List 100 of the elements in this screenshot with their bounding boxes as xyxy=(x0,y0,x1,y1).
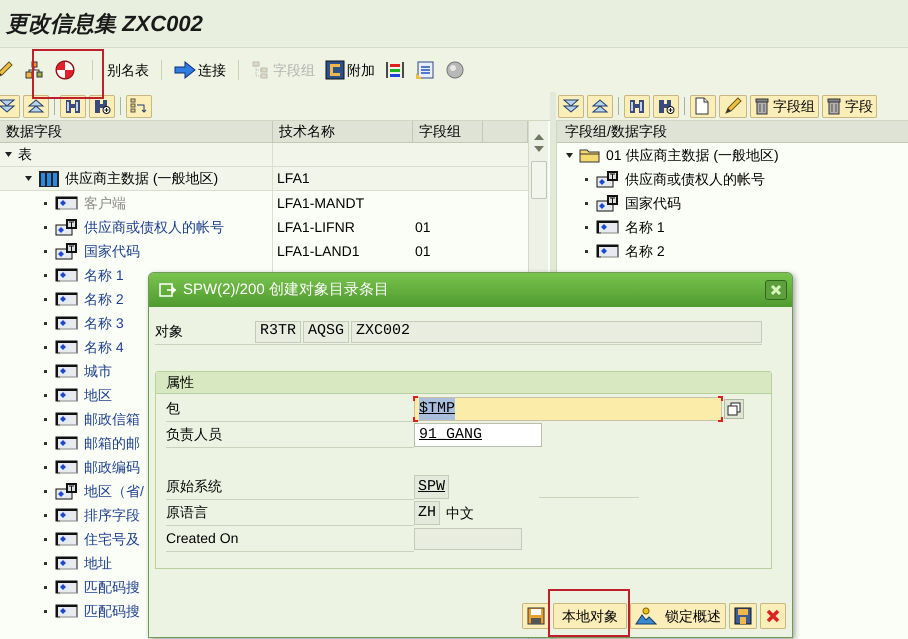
field-description: 中文 xyxy=(446,504,474,522)
new-page-icon xyxy=(694,97,710,115)
field-icon xyxy=(55,435,79,451)
close-icon xyxy=(770,284,782,296)
table-cell: LFA1 xyxy=(277,170,310,186)
trash-icon xyxy=(754,97,770,115)
expand-all-icon xyxy=(562,98,580,114)
bullet-icon xyxy=(44,202,47,204)
right-arrow-icon xyxy=(174,61,196,79)
field-icon xyxy=(596,219,620,235)
collapse-caret-icon[interactable] xyxy=(4,150,13,159)
field-icon xyxy=(596,243,620,259)
toolbar-button[interactable]: 连接 xyxy=(172,55,228,85)
tree-item[interactable]: 邮箱的邮 xyxy=(84,432,140,454)
tree-item[interactable]: 国家代码 xyxy=(625,192,681,214)
tree-item[interactable]: 表 xyxy=(18,144,32,165)
scroll-up-icon[interactable] xyxy=(532,133,544,141)
tree-item[interactable]: 供应商主数据 (一般地区) xyxy=(65,168,218,189)
binoculars-plus-icon xyxy=(657,98,675,114)
toolbar-button[interactable]: 字段组 xyxy=(750,94,819,118)
tree-item[interactable]: 国家代码 xyxy=(84,240,140,262)
bullet-icon xyxy=(44,226,47,228)
field-icon xyxy=(55,291,79,307)
tree-item[interactable]: 地址 xyxy=(84,552,112,574)
binoculars-plus-icon xyxy=(93,98,111,114)
trash-icon xyxy=(826,97,842,115)
tree-item[interactable]: 住宅号及 xyxy=(84,528,140,550)
sphere-icon xyxy=(445,60,465,80)
collapse-all-icon xyxy=(27,98,45,114)
tree-item[interactable]: 名称 3 xyxy=(84,312,124,334)
toolbar-button[interactable]: 字段 xyxy=(822,94,877,118)
tree-item[interactable]: 地区 xyxy=(84,384,112,406)
copy-icon xyxy=(727,402,741,416)
dialog-button[interactable]: 锁定概述 xyxy=(630,603,726,629)
icon-button[interactable] xyxy=(719,94,747,118)
icon-button[interactable] xyxy=(690,94,716,118)
collapse-caret-icon[interactable] xyxy=(24,174,33,183)
tree-item[interactable]: 匹配码搜 xyxy=(84,576,140,598)
hierarchy-icon xyxy=(24,60,44,80)
tree-item[interactable]: 地区（省/ xyxy=(84,480,144,502)
tree-item[interactable]: 名称 2 xyxy=(625,240,665,262)
column-header[interactable]: 字段组 xyxy=(419,121,461,142)
input-field[interactable]: $TMP xyxy=(414,397,722,421)
collapse-caret-icon[interactable] xyxy=(565,150,574,160)
tree-item[interactable]: 城市 xyxy=(84,360,112,382)
bullet-icon xyxy=(44,346,47,348)
icon-button[interactable] xyxy=(729,603,757,629)
tree-item[interactable]: 邮政信箱 xyxy=(84,408,140,430)
tree-item[interactable]: 供应商或债权人的帐号 xyxy=(625,168,765,190)
icon-button[interactable] xyxy=(60,94,86,118)
readonly-field: SPW xyxy=(414,475,450,499)
dialog-button[interactable]: 本地对象 xyxy=(553,603,627,629)
input-field[interactable]: 91_GANG xyxy=(414,423,542,447)
bullet-icon xyxy=(585,250,588,252)
icon-button[interactable] xyxy=(558,94,584,118)
icon-button[interactable] xyxy=(653,94,679,118)
tree-item[interactable]: 01 供应商主数据 (一般地区) xyxy=(606,144,779,166)
binoculars-icon xyxy=(628,98,646,114)
close-button[interactable] xyxy=(765,280,787,300)
color-bars-icon xyxy=(385,60,405,80)
expand-all-icon xyxy=(0,98,16,114)
tree-item[interactable]: 名称 4 xyxy=(84,336,124,358)
bullet-icon xyxy=(585,178,588,180)
table-cell: LFA1-MANDT xyxy=(277,194,364,210)
value-help-button[interactable] xyxy=(724,399,744,419)
text-field-icon xyxy=(596,170,620,188)
text-field-icon xyxy=(55,218,79,236)
bullet-icon xyxy=(44,490,47,492)
bullet-icon xyxy=(44,610,47,612)
toolbar-button[interactable]: 附加 xyxy=(323,55,377,85)
icon-button[interactable] xyxy=(89,94,115,118)
icon-button[interactable] xyxy=(126,94,152,118)
cancel-icon xyxy=(765,608,781,624)
dialog-title: SPW(2)/200 创建对象目录条目 xyxy=(183,280,389,300)
icon-button[interactable] xyxy=(0,94,20,118)
table-cell: LFA1-LIFNR xyxy=(277,218,355,234)
tree-item[interactable]: 名称 1 xyxy=(84,264,124,286)
column-header[interactable]: 数据字段 xyxy=(6,121,62,142)
table-cell: 01 xyxy=(415,242,431,258)
scroll-thumb[interactable] xyxy=(530,161,546,199)
icon-button[interactable] xyxy=(587,94,613,118)
tree-item[interactable]: 名称 2 xyxy=(84,288,124,310)
icon-button[interactable] xyxy=(23,94,49,118)
tree-item[interactable]: 邮政编码 xyxy=(84,456,140,478)
bullet-icon xyxy=(44,322,47,324)
toolbar-button[interactable]: 别名表 xyxy=(105,55,151,85)
tree-item[interactable]: 供应商或债权人的帐号 xyxy=(84,216,224,238)
scroll-down-icon[interactable] xyxy=(532,145,544,153)
bullet-icon xyxy=(44,394,47,396)
tree-item[interactable]: 排序字段 xyxy=(84,504,140,526)
field-icon xyxy=(55,339,79,355)
icon-button[interactable] xyxy=(522,603,550,629)
readonly-field: ZH xyxy=(414,501,440,525)
field-icon xyxy=(55,579,79,595)
tree-item[interactable]: 匹配码搜 xyxy=(84,600,140,622)
tree-item[interactable]: 名称 1 xyxy=(625,216,665,238)
icon-button[interactable] xyxy=(624,94,650,118)
table-cell: LFA1-LAND1 xyxy=(277,242,360,258)
tree-sort-icon xyxy=(130,98,148,114)
column-header[interactable]: 技术名称 xyxy=(279,121,335,142)
